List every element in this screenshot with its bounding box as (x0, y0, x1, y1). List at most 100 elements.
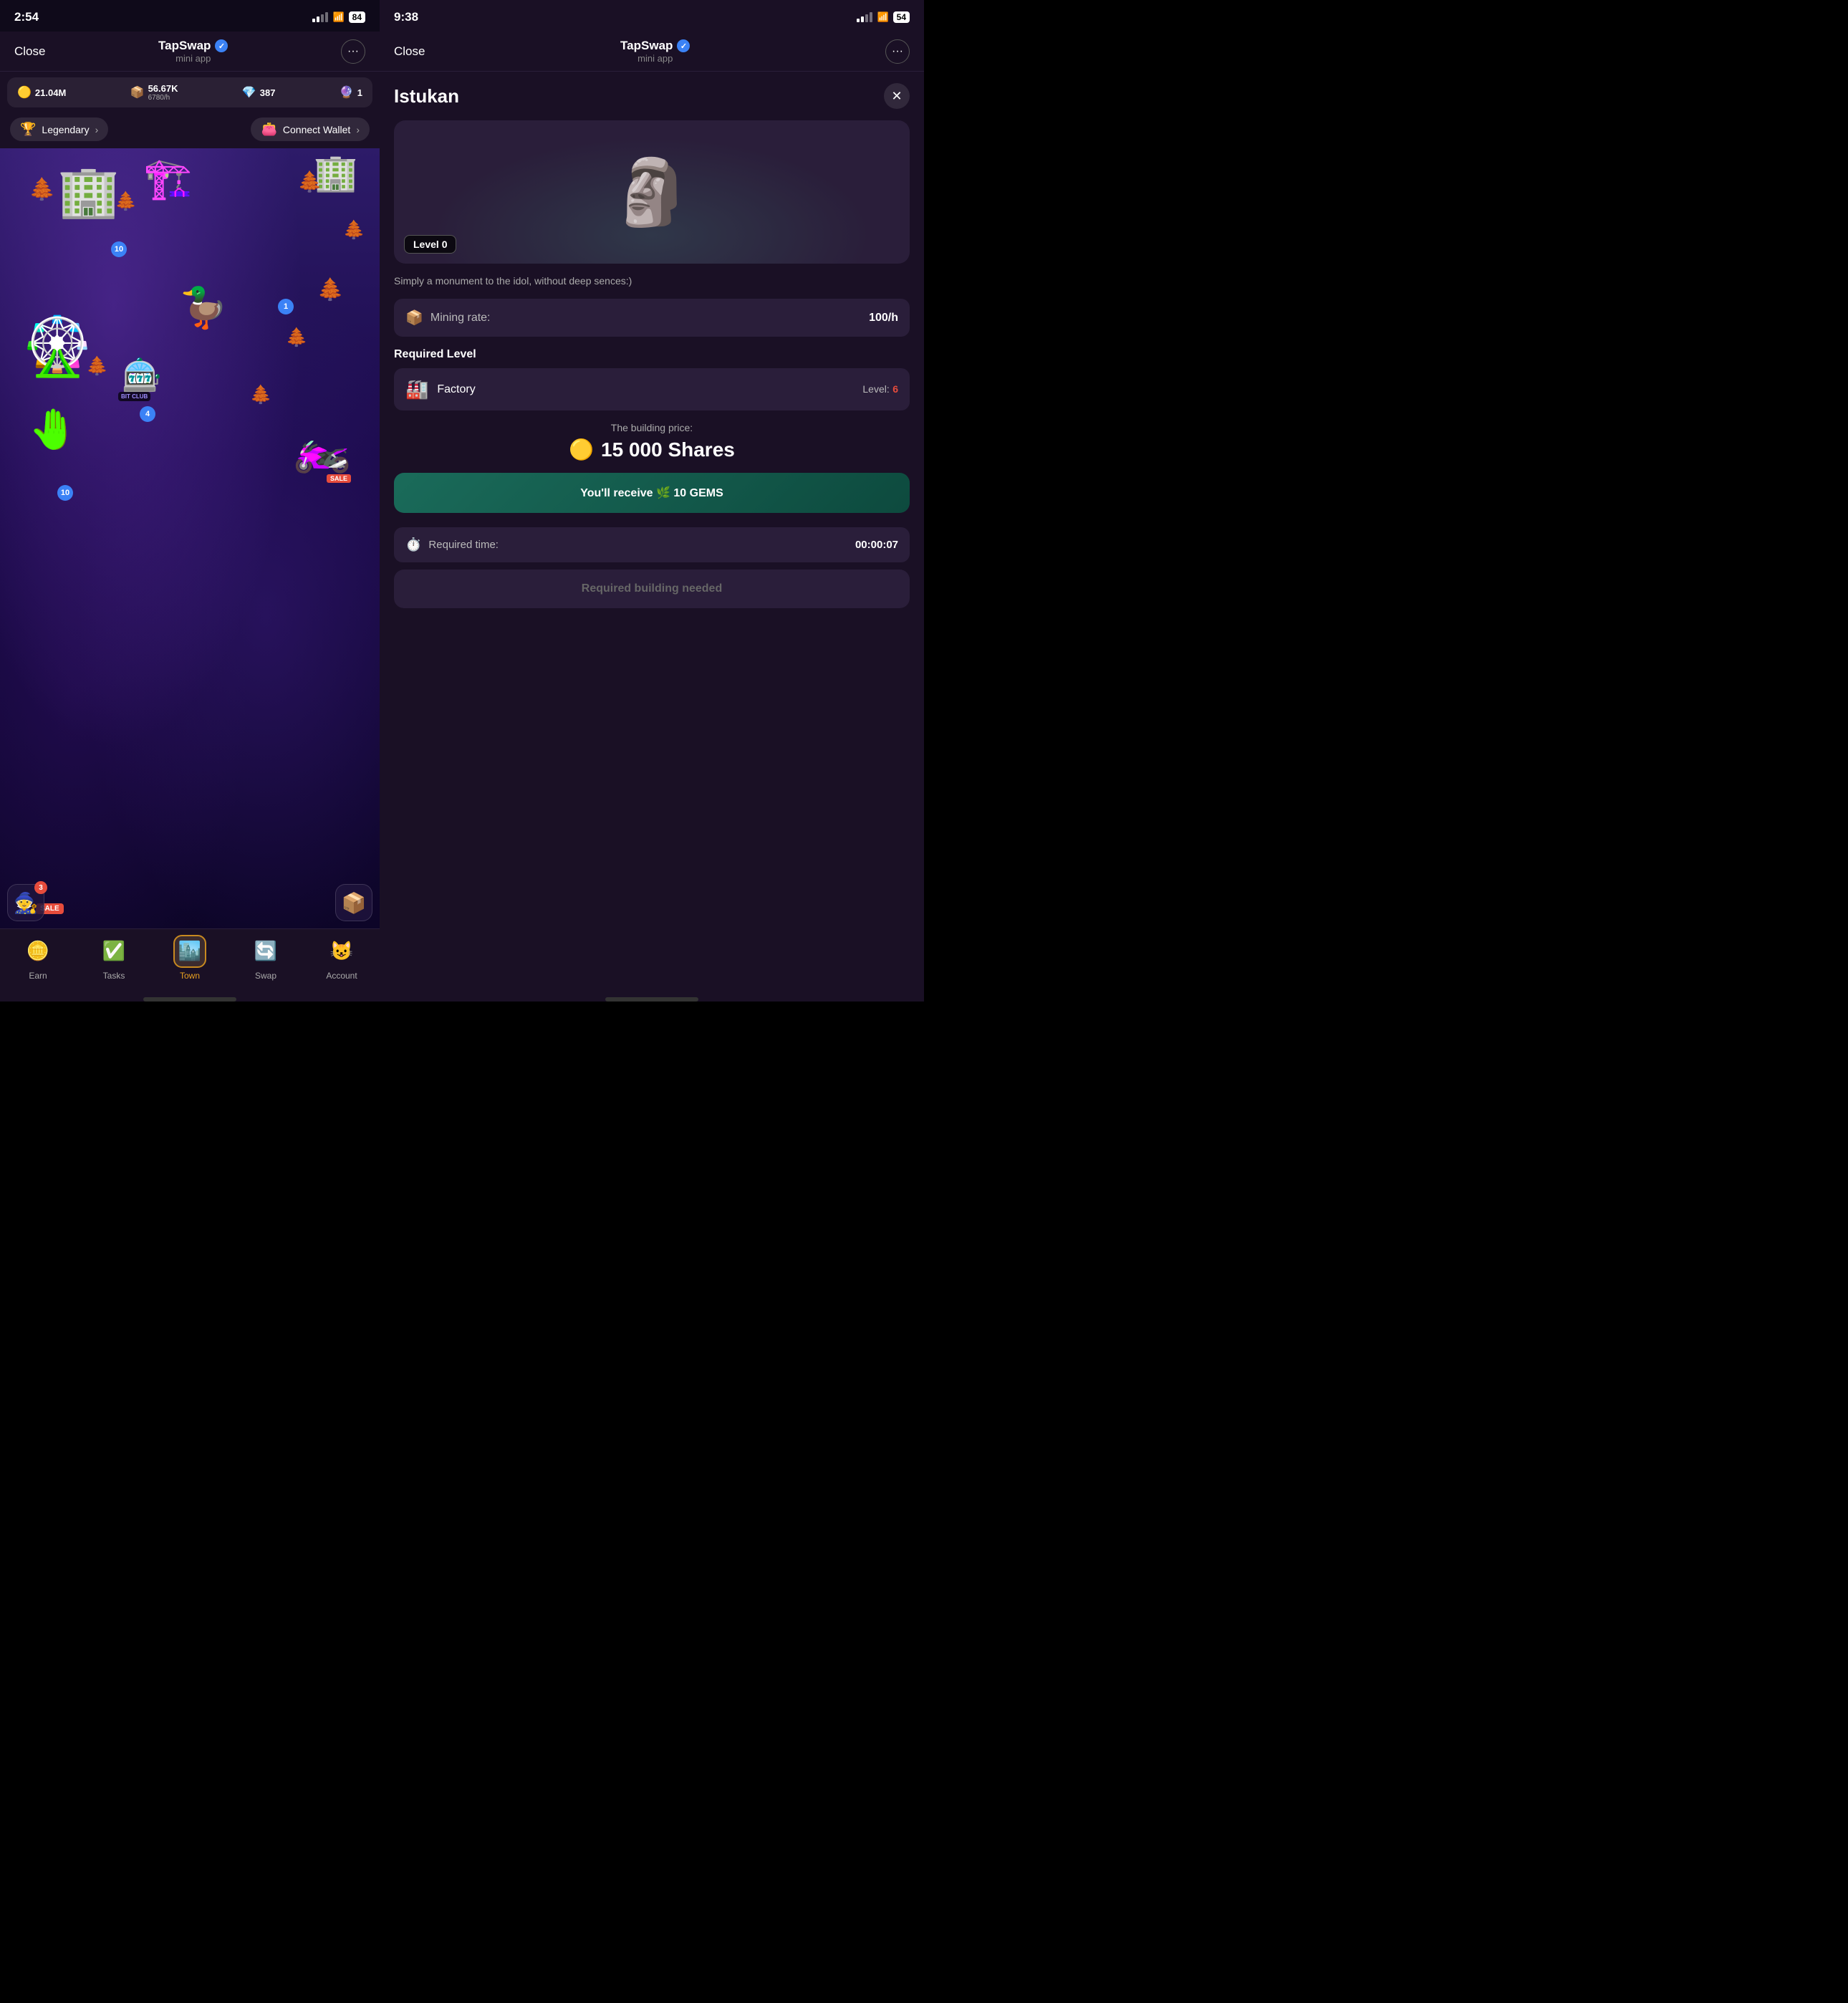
account-label: Account (326, 971, 357, 981)
time-right: 9:38 (394, 10, 418, 24)
price-section: The building price: 🟡 15 000 Shares (394, 422, 910, 461)
connect-wallet-button[interactable]: 👛 Connect Wallet › (251, 117, 370, 141)
nav-swap[interactable]: 🔄 Swap (244, 935, 287, 981)
price-value: 15 000 Shares (601, 438, 735, 461)
coin-icon: 🟡 (17, 85, 32, 100)
required-time-row: ⏱️ Required time: 00:00:07 (394, 527, 910, 562)
signal-icon-left (312, 12, 328, 22)
bit-club-label: BIT CLUB (118, 392, 150, 401)
status-icons-left: 📶 84 (312, 11, 365, 23)
nav-tasks[interactable]: ✅ Tasks (92, 935, 135, 981)
coin-stat: 🟡 21.04M (17, 85, 66, 100)
factory-name: Factory (437, 383, 475, 396)
town-label: Town (180, 971, 200, 981)
factory-requirement-row: 🏭 Factory Level: 6 (394, 368, 910, 410)
clock-icon: ⏱️ (405, 537, 421, 552)
badge-10a: 10 (111, 241, 127, 257)
chevron-right-icon: › (95, 124, 99, 135)
bit-club[interactable]: 🎰 (122, 356, 162, 394)
earn-icon: 🪙 (21, 935, 54, 968)
tree-8: 🌲 (250, 385, 272, 405)
app-title-right: TapSwap (620, 39, 673, 53)
character-icon-button[interactable]: 🧙 3 (7, 884, 44, 921)
wallet-icon: 👛 (261, 122, 276, 137)
factory-level-label: Level: (862, 383, 889, 395)
gem-value: 387 (260, 87, 276, 98)
stats-bar: 🟡 21.04M 📦 56.67K 6780/h 💎 387 🔮 1 (7, 77, 372, 107)
action-row: 🏆 Legendary › 👛 Connect Wallet › (0, 113, 380, 145)
status-bar-right: 9:38 📶 54 (380, 0, 924, 32)
battery-left: 84 (349, 11, 365, 23)
bottom-nav: 🪙 Earn ✅ Tasks 🏙️ Town 🔄 Swap 😺 Account (0, 928, 380, 993)
chevron-right-icon-2: › (356, 124, 360, 135)
header-title-right: TapSwap ✓ mini app (620, 39, 690, 64)
wifi-icon-left: 📶 (332, 11, 344, 23)
game-map[interactable]: 🏢 🏗️ 🏢 🌲 🌲 🌲 🌲 🎡 SALE 🦆 🎰 BIT CLUB 🤚 🏍️ … (0, 148, 380, 928)
box-value: 56.67K (148, 83, 178, 94)
menu-button-right[interactable]: ··· (885, 39, 910, 64)
box-stat: 📦 56.67K 6780/h (130, 83, 178, 102)
duck-statue[interactable]: 🦆 (179, 284, 228, 331)
swap-label: Swap (255, 971, 276, 981)
home-indicator-left (143, 997, 236, 1001)
time-label: Required time: (428, 539, 499, 551)
disabled-label: Required building needed (582, 582, 722, 595)
chest-icon-button[interactable]: 📦 (335, 884, 372, 921)
modal-container: Istukan ✕ 🗿 Level 0 Simply a monument to… (380, 72, 924, 993)
header-title-left: TapSwap ✓ mini app (158, 39, 228, 64)
status-bar-left: 2:54 📶 84 (0, 0, 380, 32)
app-subtitle-right: mini app (620, 53, 690, 64)
badge-1: 1 (278, 299, 294, 314)
sale-badge-moto: SALE (327, 474, 351, 483)
menu-button-left[interactable]: ··· (341, 39, 365, 64)
signal-icon-right (857, 12, 872, 22)
ferris-wheel[interactable]: 🎡 (21, 313, 93, 380)
earn-label: Earn (29, 971, 47, 981)
close-button-left[interactable]: Close (14, 44, 45, 59)
app-title-left: TapSwap (158, 39, 211, 53)
legendary-button[interactable]: 🏆 Legendary › (10, 117, 108, 141)
tree-6: 🌲 (286, 327, 308, 348)
mining-value: 100/h (869, 312, 898, 325)
home-indicator-right (605, 997, 698, 1001)
factory-icon: 🏭 (405, 378, 428, 400)
modal-close-button[interactable]: ✕ (884, 83, 910, 109)
level-badge: Level 0 (404, 235, 456, 254)
tree-2: 🌲 (115, 191, 137, 212)
right-panel: 9:38 📶 54 Close TapSwap ✓ mini app ··· (380, 0, 924, 1001)
receive-gems-button[interactable]: You'll receive 🌿 10 GEMS (394, 473, 910, 513)
nav-earn[interactable]: 🪙 Earn (16, 935, 59, 981)
required-level-title: Required Level (394, 348, 910, 361)
moto-building[interactable]: 🏍️ (293, 421, 351, 475)
box-rate: 6780/h (148, 94, 178, 102)
factory-level: Level: 6 (862, 383, 898, 396)
wifi-icon-right: 📶 (877, 11, 888, 23)
app-header-right: Close TapSwap ✓ mini app ··· (380, 32, 924, 72)
tree-5: 🌲 (317, 277, 344, 302)
building-top-left[interactable]: 🏢 (57, 163, 120, 221)
app-subtitle-left: mini app (158, 53, 228, 64)
cta-label: You'll receive 🌿 10 GEMS (580, 486, 723, 500)
town-icon: 🏙️ (173, 935, 206, 968)
building-top-center[interactable]: 🏗️ (143, 155, 192, 202)
orb-stat: 🔮 1 (340, 85, 362, 100)
orb-value: 1 (357, 87, 362, 98)
nav-account[interactable]: 😺 Account (320, 935, 363, 981)
modal-title: Istukan (394, 85, 459, 107)
account-icon: 😺 (325, 935, 358, 968)
building-image-card: 🗿 Level 0 (394, 120, 910, 264)
nav-town[interactable]: 🏙️ Town (168, 935, 211, 981)
tasks-icon: ✅ (97, 935, 130, 968)
mining-label: Mining rate: (430, 312, 491, 325)
hand-trophy[interactable]: 🤚 (29, 406, 77, 453)
tasks-label: Tasks (103, 971, 125, 981)
legendary-label: Legendary (42, 124, 89, 135)
swap-icon: 🔄 (249, 935, 282, 968)
close-button-right[interactable]: Close (394, 44, 425, 59)
tree-7: 🌲 (86, 356, 108, 377)
modal-header: Istukan ✕ (394, 83, 910, 109)
price-label: The building price: (394, 422, 910, 433)
time-left: 2:54 (14, 10, 39, 24)
status-icons-right: 📶 54 (857, 11, 910, 23)
battery-right: 54 (893, 11, 910, 23)
